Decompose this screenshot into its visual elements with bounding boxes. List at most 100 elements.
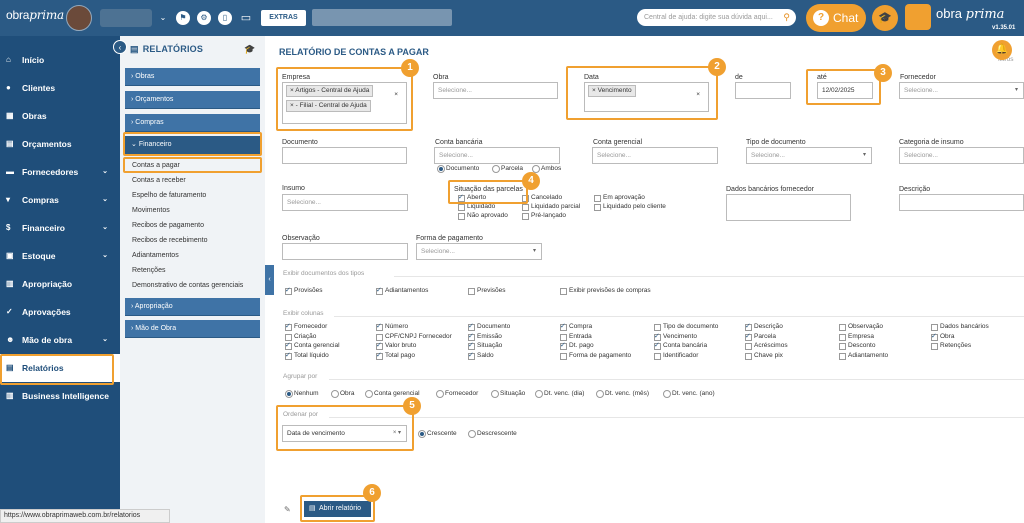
pin-icon[interactable]: ✎	[284, 505, 291, 514]
agrupar-radio[interactable]: Obra	[331, 390, 354, 398]
agrupar-radio[interactable]: Nenhum	[285, 390, 319, 398]
coluna-checkbox[interactable]: Emissão	[468, 332, 502, 341]
coluna-checkbox[interactable]: Dados bancários	[931, 323, 989, 331]
date-mode-radio[interactable]: Ambos	[532, 165, 561, 173]
submenu-group[interactable]: › Mão de Obra	[125, 320, 260, 338]
coluna-checkbox[interactable]: Situação	[468, 341, 502, 350]
submenu-link[interactable]: Recibos de recebimento	[132, 237, 208, 244]
nav-item[interactable]: ▣ Estoque ⌄	[0, 242, 120, 270]
coluna-checkbox[interactable]: Parcela	[745, 332, 776, 341]
situacao-checkbox[interactable]: Cancelado	[522, 194, 562, 202]
chevron-down-icon[interactable]: ⌄	[156, 11, 170, 25]
submenu-group[interactable]: › Obras	[125, 68, 260, 86]
submenu-link[interactable]: Demonstrativo de contas gerenciais	[132, 282, 243, 289]
phone-icon[interactable]: ▯	[218, 11, 232, 25]
help-search-input[interactable]: Central de ajuda: digite sua dúvida aqui…	[637, 9, 796, 26]
coluna-checkbox[interactable]: Entrada	[560, 333, 592, 341]
nav-item[interactable]: ▤ Orçamentos	[0, 130, 120, 158]
coluna-checkbox[interactable]: Criação	[285, 333, 316, 341]
agrupar-radio[interactable]: Fornecedor	[436, 390, 478, 398]
coluna-checkbox[interactable]: Documento	[468, 322, 510, 331]
situacao-checkbox[interactable]: Pré-lançado	[522, 212, 566, 220]
coluna-checkbox[interactable]: Adiantamento	[839, 352, 888, 360]
ordem-radio[interactable]: Crescente	[418, 430, 457, 438]
coluna-checkbox[interactable]: Dt. pago	[560, 341, 594, 350]
nav-item[interactable]: ✓ Aprovações	[0, 298, 120, 326]
agrupar-radio[interactable]: Dt. venc. (ano)	[663, 390, 715, 398]
exibir-doc-checkbox[interactable]: Previsões	[468, 287, 506, 295]
submenu-link[interactable]: Movimentos	[132, 207, 170, 214]
coluna-checkbox[interactable]: Fornecedor	[285, 322, 327, 331]
nav-item[interactable]: ● Clientes	[0, 74, 120, 102]
submenu-link[interactable]: Retenções	[132, 267, 165, 274]
nav-item[interactable]: ▦ Obras	[0, 102, 120, 130]
coluna-checkbox[interactable]: Saldo	[468, 351, 494, 360]
situacao-checkbox[interactable]: Não aprovado	[458, 212, 508, 220]
coluna-checkbox[interactable]: Número	[376, 322, 408, 331]
agrupar-radio[interactable]: Dt. venc. (dia)	[535, 390, 584, 398]
date-from-input[interactable]	[735, 82, 791, 99]
coluna-checkbox[interactable]: Retenções	[931, 342, 971, 350]
app-logo[interactable]: obraprima	[6, 8, 64, 22]
submenu-group[interactable]: › Orçamentos	[125, 91, 260, 109]
coluna-checkbox[interactable]: Chave pix	[745, 352, 783, 360]
date-mode-radio[interactable]: Documento	[437, 165, 479, 173]
collapse-sidebar-button[interactable]: ‹	[113, 40, 127, 54]
submenu-link[interactable]: Espelho de faturamento	[132, 192, 206, 199]
submenu-group[interactable]: › Apropriação	[125, 298, 260, 316]
monitor-icon[interactable]: ▭	[239, 11, 253, 25]
exibir-doc-checkbox[interactable]: Exibir previsões de compras	[560, 287, 651, 295]
exibir-doc-checkbox[interactable]: Provisões	[285, 286, 323, 295]
conta-gerencial-select[interactable]: Selecione...	[592, 147, 718, 164]
coluna-checkbox[interactable]: CPF/CNPJ Fornecedor	[376, 333, 452, 341]
situacao-checkbox[interactable]: Liquidado parcial	[522, 203, 580, 211]
gear-icon[interactable]: ⚙	[197, 11, 211, 25]
coluna-checkbox[interactable]: Identificador	[654, 352, 698, 360]
coluna-checkbox[interactable]: Acréscimos	[745, 342, 788, 350]
documento-input[interactable]	[282, 147, 407, 164]
forma-pagamento-select[interactable]: Selecione... ▾	[416, 243, 542, 260]
flag-icon[interactable]: ⚑	[176, 11, 190, 25]
agrupar-radio[interactable]: Conta gerencial	[365, 390, 420, 398]
coluna-checkbox[interactable]: Empresa	[839, 333, 874, 341]
coluna-checkbox[interactable]: Forma de pagamento	[560, 352, 631, 360]
coluna-checkbox[interactable]: Valor bruto	[376, 341, 416, 350]
situacao-checkbox[interactable]: Em aprovação	[594, 194, 645, 202]
descricao-input[interactable]	[899, 194, 1024, 211]
avatar[interactable]	[66, 5, 92, 31]
nav-item[interactable]: $ Financeiro ⌄	[0, 214, 120, 242]
nav-item[interactable]: ▥ Business Intelligence	[0, 382, 120, 410]
submenu-toggle[interactable]: ‹	[265, 265, 274, 295]
date-mode-radio[interactable]: Parcela	[492, 165, 523, 173]
coluna-checkbox[interactable]: Observação	[839, 323, 883, 331]
observacao-input[interactable]	[282, 243, 408, 260]
nav-item[interactable]: ▬ Fornecedores ⌄	[0, 158, 120, 186]
obra-select[interactable]: Selecione...	[433, 82, 558, 99]
situacao-checkbox[interactable]: Liquidado	[458, 203, 495, 211]
submenu-group[interactable]: › Compras	[125, 114, 260, 132]
extras-button[interactable]: EXTRAS	[261, 10, 306, 26]
coluna-checkbox[interactable]: Compra	[560, 322, 592, 331]
submenu-link[interactable]: Adiantamentos	[132, 252, 179, 259]
conta-bancaria-select[interactable]: Selecione...	[434, 147, 560, 164]
insumo-select[interactable]: Selecione...	[282, 194, 408, 211]
coluna-checkbox[interactable]: Vencimento	[654, 332, 697, 341]
nav-item[interactable]: ▾ Compras ⌄	[0, 186, 120, 214]
fornecedor-select[interactable]: Selecione... ▾	[899, 82, 1024, 99]
coluna-checkbox[interactable]: Obra	[931, 332, 954, 341]
submenu-link[interactable]: Recibos de pagamento	[132, 222, 204, 229]
situacao-checkbox[interactable]: Liquidado pelo cliente	[594, 203, 666, 211]
categoria-insumo-select[interactable]: Selecione...	[899, 147, 1024, 164]
tipo-documento-select[interactable]: Selecione... ▾	[746, 147, 872, 164]
search-icon[interactable]: ⚲	[783, 9, 790, 26]
coluna-checkbox[interactable]: Conta bancária	[654, 341, 707, 350]
nav-item[interactable]: ▥ Apropriação	[0, 270, 120, 298]
submenu-link[interactable]: Contas a receber	[132, 177, 186, 184]
graduation-cap-icon[interactable]: 🎓	[244, 44, 255, 55]
nav-item[interactable]: ⌂ Início	[0, 46, 120, 74]
nav-item[interactable]: ☻ Mão de obra ⌄	[0, 326, 120, 354]
graduation-cap-icon[interactable]: 🎓	[872, 5, 898, 31]
coluna-checkbox[interactable]: Conta gerencial	[285, 341, 340, 350]
ordem-radio[interactable]: Descrescente	[468, 430, 517, 438]
chat-button[interactable]: ? Chat	[806, 4, 866, 32]
